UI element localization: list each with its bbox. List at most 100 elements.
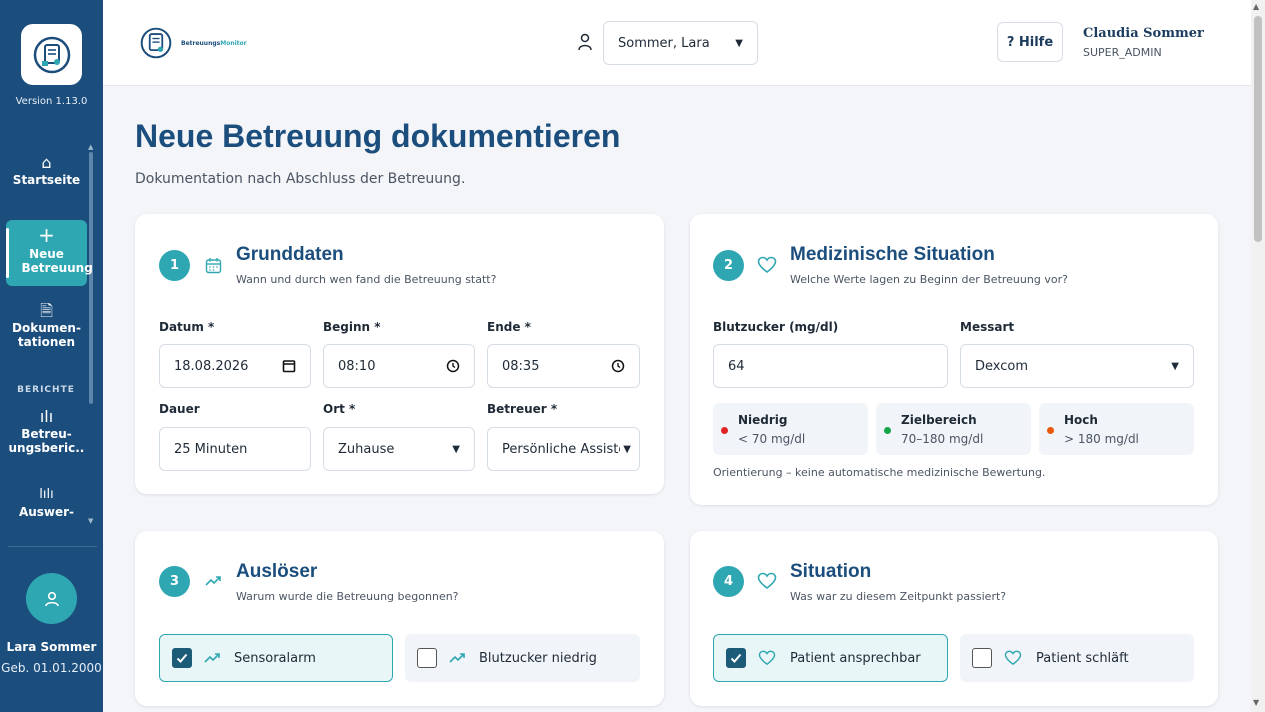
datum-label: Datum * [159, 320, 215, 334]
bar-chart-icon: ılı [39, 407, 54, 426]
messart-select[interactable]: Dexcom ▼ [960, 344, 1194, 388]
card-title: Auslöser [236, 561, 318, 582]
app-logo[interactable] [21, 24, 82, 85]
chevron-down-icon: ▼ [1171, 360, 1179, 372]
checkbox-checked[interactable] [172, 648, 192, 668]
brand[interactable]: BetreuungsMonitor [139, 26, 247, 60]
current-user-role: SUPER_ADMIN [1083, 46, 1162, 59]
document-icon: 🗎 [40, 301, 53, 320]
status-dot [1047, 427, 1054, 434]
card-title: Grunddaten [236, 244, 344, 265]
range-niedrig: Niedrig < 70 mg/dl [713, 403, 868, 455]
sidebar-item-label: Auswer- [18, 505, 75, 519]
patient-name: Lara Sommer [6, 640, 97, 654]
patient-select[interactable]: Sommer, Lara ▼ [603, 21, 758, 65]
logo-icon [33, 36, 70, 73]
blutzucker-label: Blutzucker (mg/dl) [713, 320, 839, 334]
blutzucker-input[interactable]: 64 [713, 344, 948, 388]
betreuer-value: Persönliche Assiste [502, 441, 620, 457]
checkbox-unchecked[interactable] [417, 648, 437, 668]
sidebar-item-betreuungsberichte[interactable]: ılı Betreu-ungsberic... [6, 407, 87, 456]
page-title: Neue Betreuung dokumentieren [135, 118, 621, 154]
step-number: 3 [159, 566, 190, 597]
calendar-icon[interactable] [282, 359, 296, 373]
option-blutzucker-niedrig[interactable]: Blutzucker niedrig [405, 634, 640, 682]
ende-label: Ende * [487, 320, 531, 334]
beginn-label: Beginn * [323, 320, 381, 334]
nav-scroll-up-icon[interactable]: ▲ [88, 143, 93, 151]
orientation-note: Orientierung – keine automatische medizi… [713, 466, 1046, 479]
card-title: Situation [790, 561, 872, 582]
option-patient-schlaeft[interactable]: Patient schläft [960, 634, 1194, 682]
card-title: Medizinische Situation [790, 244, 995, 265]
checkbox-unchecked[interactable] [972, 648, 992, 668]
check-icon [176, 653, 188, 663]
nav-section-berichte: BERICHTE [17, 385, 75, 395]
trending-up-icon [205, 576, 221, 586]
sidebar-item-dokumentationen[interactable]: 🗎 Dokumen-tationen [6, 301, 87, 350]
top-bar: BetreuungsMonitor Sommer, Lara ▼ ? Hilfe… [103, 0, 1251, 86]
page-subtitle: Dokumentation nach Abschluss der Betreuu… [135, 171, 466, 187]
trending-up-icon [204, 650, 220, 666]
range-value: > 180 mg/dl [1064, 432, 1139, 446]
patient-avatar[interactable] [26, 573, 77, 624]
betreuer-label: Betreuer * [487, 402, 558, 416]
card-subtitle: Warum wurde die Betreuung begonnen? [236, 590, 459, 603]
range-hoch: Hoch > 180 mg/dl [1039, 403, 1194, 455]
patient-dob: Geb. 01.01.2000 [1, 661, 102, 675]
checkbox-checked[interactable] [726, 648, 746, 668]
option-label: Blutzucker niedrig [479, 650, 597, 666]
brand-name: BetreuungsMonitor [181, 39, 247, 47]
page-scrollbar[interactable]: ▲ ▼ [1251, 0, 1265, 712]
user-icon [44, 591, 59, 606]
ort-value: Zuhause [338, 441, 395, 457]
datum-value: 18.08.2026 [174, 358, 249, 374]
card-subtitle: Was war zu diesem Zeitpunkt passiert? [790, 590, 1007, 603]
help-button[interactable]: ? Hilfe [997, 22, 1063, 62]
heart-icon [758, 650, 776, 666]
sidebar-item-neue-betreuung[interactable]: + Neue Betreuung [6, 220, 93, 286]
user-icon [578, 33, 592, 51]
range-value: 70–180 mg/dl [901, 432, 984, 446]
dauer-field: 25 Minuten [159, 427, 311, 471]
analytics-icon: lılı [39, 487, 54, 502]
chevron-down-icon: ▼ [735, 37, 743, 49]
version-label: Version 1.13.0 [15, 96, 88, 107]
card-subtitle: Wann und durch wen fand die Betreuung st… [236, 273, 497, 286]
option-sensoralarm[interactable]: Sensoralarm [159, 634, 393, 682]
sidebar-item-auswertungen[interactable]: lılı Auswer- [6, 487, 87, 520]
scroll-up-icon[interactable]: ▲ [1253, 2, 1259, 11]
datum-field[interactable]: 18.08.2026 [159, 344, 311, 388]
range-title: Hoch [1064, 413, 1098, 427]
chevron-down-icon: ▼ [452, 443, 460, 455]
current-user-name[interactable]: Claudia Sommer [1083, 26, 1204, 41]
chevron-down-icon: ▼ [623, 443, 631, 455]
ort-select[interactable]: Zuhause ▼ [323, 427, 475, 471]
check-icon [730, 653, 742, 663]
messart-value: Dexcom [975, 358, 1029, 374]
nav-scroll-down-icon[interactable]: ▼ [88, 517, 93, 525]
heart-icon [757, 256, 777, 274]
option-patient-ansprechbar[interactable]: Patient ansprechbar [713, 634, 948, 682]
ort-label: Ort * [323, 402, 356, 416]
step-number: 4 [713, 566, 744, 597]
ende-field[interactable]: 08:35 [487, 344, 640, 388]
card-subtitle: Welche Werte lagen zu Beginn der Betreuu… [790, 273, 1068, 286]
betreuer-select[interactable]: Persönliche Assiste ▼ [487, 427, 640, 471]
heart-icon [757, 572, 777, 590]
clock-icon[interactable] [611, 359, 625, 373]
step-number: 1 [159, 250, 190, 281]
range-zielbereich: Zielbereich 70–180 mg/dl [876, 403, 1031, 455]
option-label: Patient schläft [1036, 650, 1129, 666]
clock-icon[interactable] [446, 359, 460, 373]
beginn-field[interactable]: 08:10 [323, 344, 475, 388]
scroll-down-icon[interactable]: ▼ [1253, 698, 1259, 707]
nav-scrollbar[interactable] [89, 152, 93, 404]
sidebar-divider [8, 546, 97, 547]
messart-label: Messart [960, 320, 1015, 334]
sidebar: Version 1.13.0 ▲ ▼ ⌂ Startseite + Neue B… [0, 0, 103, 712]
scroll-thumb[interactable] [1254, 16, 1262, 242]
heart-icon [1004, 650, 1022, 666]
sidebar-item-startseite[interactable]: ⌂ Startseite [6, 155, 87, 188]
blutzucker-value: 64 [728, 358, 745, 374]
